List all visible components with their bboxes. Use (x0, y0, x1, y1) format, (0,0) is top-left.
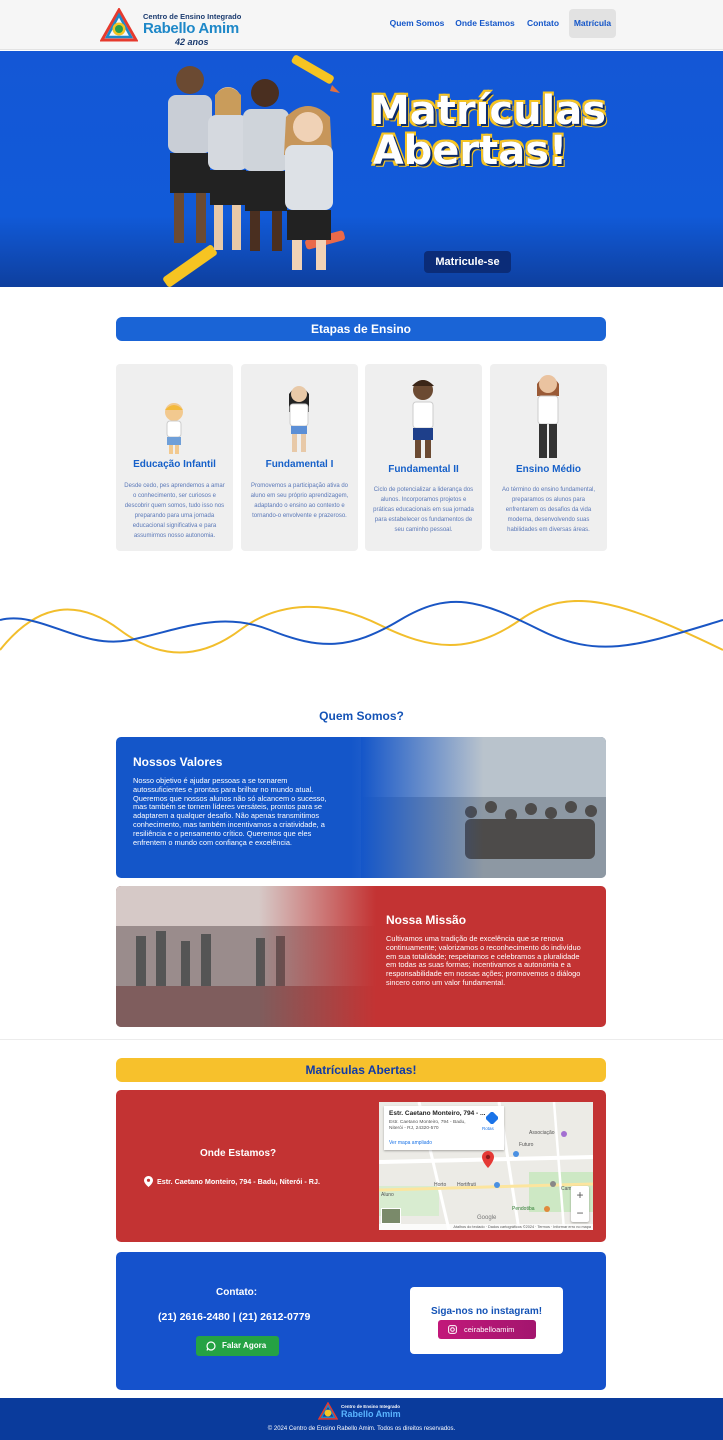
site-footer: Centro de Ensino Integrado Rabello Amim … (0, 1398, 723, 1440)
map-info-card: Estr. Caetano Monteiro, 794 - ... Estr. … (384, 1106, 504, 1150)
instagram-icon (448, 1325, 457, 1334)
teen-illustration-icon (537, 375, 559, 458)
map-zoom-controls: + − (571, 1186, 589, 1222)
decorative-waves (0, 600, 723, 654)
hero-title: Matrículas Abertas! (370, 88, 607, 174)
card-title: Fundamental I (265, 459, 334, 470)
card-text: Ao término do ensino fundamental, prepar… (501, 487, 596, 533)
falar-agora-label: Falar Agora (222, 1341, 267, 1350)
students-activity-photo (116, 886, 376, 1027)
students-group-photo (361, 737, 606, 878)
map-attribution: Atalhos do teclado · Dados cartográficos… (379, 1224, 593, 1230)
nossos-valores-panel: Nossos Valores Nosso objetivo é ajudar p… (116, 737, 606, 878)
footer-copyright: © 2024 Centro de Ensino Rabello Amim. To… (267, 1426, 456, 1432)
card-educacao-infantil[interactable]: Educação Infantil Desde cedo, pes aprend… (116, 364, 233, 551)
matricule-se-button[interactable]: Matricule-se (424, 251, 511, 273)
logo-triangle-icon (100, 8, 138, 42)
girl-illustration-icon (289, 386, 309, 452)
map-card-line1: Estr. Caetano Monteiro, 794 - Badu, (389, 1120, 466, 1125)
nav-contato[interactable]: Contato (524, 9, 562, 38)
google-logo: Google (477, 1215, 497, 1221)
instagram-handle: ceirabelloamim (464, 1325, 515, 1334)
onde-title: Onde Estamos? (200, 1148, 277, 1159)
card-fundamental-1[interactable]: Fundamental I Promovemos a participação … (241, 364, 358, 551)
card-text: Ciclo de potencializar a liderança dos a… (373, 487, 474, 533)
card-text: Desde cedo, pes aprendemos a amar o conh… (124, 483, 225, 539)
instagram-title: Siga-nos no instagram! (430, 1306, 543, 1317)
nossa-missao-panel: Nossa Missão Cultivamos uma tradição de … (116, 886, 606, 1027)
map-label: Aluno (381, 1192, 394, 1198)
satellite-toggle[interactable] (381, 1208, 401, 1224)
quem-somos-title: Quem Somos? (319, 709, 404, 723)
location-pin-icon (144, 1176, 153, 1187)
footer-logo-line2: Rabello Amim (341, 1409, 401, 1419)
instagram-button[interactable]: ceirabelloamim (438, 1320, 536, 1339)
nav-quem-somos[interactable]: Quem Somos (388, 9, 446, 38)
valores-title: Nossos Valores (133, 755, 223, 769)
card-title: Fundamental II (388, 464, 459, 475)
onde-estamos-section: Onde Estamos? Estr. Caetano Monteiro, 79… (116, 1090, 606, 1242)
google-map[interactable]: Estr. Caetano Monteiro, 794 - ... Estr. … (379, 1102, 593, 1230)
students-photo (163, 55, 345, 287)
whatsapp-icon (206, 1341, 216, 1351)
map-card-line2: Niterói - RJ, 24320-570 (389, 1126, 439, 1131)
hero-title-line2: Abertas! (372, 128, 568, 174)
map-card-title: Estr. Caetano Monteiro, 794 - ... (389, 1110, 486, 1117)
section-divider (0, 1039, 723, 1040)
map-label: Pendotiba (512, 1206, 535, 1212)
map-label: Associação (529, 1130, 555, 1136)
etapas-title: Etapas de Ensino (116, 317, 606, 341)
address-text: Estr. Caetano Monteiro, 794 - Badu, Nite… (157, 1177, 320, 1186)
logo-line3: 42 anos (175, 37, 209, 47)
logo-line2: Rabello Amim (143, 20, 239, 37)
footer-logo-triangle-icon (318, 1402, 338, 1420)
missao-title: Nossa Missão (386, 913, 467, 927)
map-enlarge-link[interactable]: Ver mapa ampliado (389, 1140, 432, 1146)
card-title: Educação Infantil (133, 459, 216, 470)
map-label: Futuro (519, 1142, 534, 1148)
site-header: Centro de Ensino Integrado Rabello Amim … (0, 0, 723, 50)
card-ensino-medio[interactable]: Ensino Médio Ao término do ensino fundam… (490, 364, 607, 551)
falar-agora-button[interactable]: Falar Agora (196, 1336, 279, 1356)
contato-phones: (21) 2616-2480 | (21) 2612-0779 (158, 1311, 311, 1323)
card-fundamental-2[interactable]: Fundamental II Ciclo de potencializar a … (365, 364, 482, 551)
card-text: Promovemos a participação ativa do aluno… (250, 483, 349, 519)
nav-matricula[interactable]: Matrícula (569, 9, 616, 38)
directions-label[interactable]: Rotas (482, 1126, 494, 1131)
map-label: Hortifruti (457, 1182, 476, 1188)
hero-banner: Matrículas Abertas! Matricule-se (0, 51, 723, 287)
matriculas-title: Matrículas Abertas! (116, 1058, 606, 1082)
valores-text: Nosso objetivo é ajudar pessoas a se tor… (133, 776, 327, 847)
school-logo[interactable]: Centro de Ensino Integrado Rabello Amim … (100, 6, 260, 47)
hero-title-line1: Matrículas (370, 88, 607, 134)
map-label: Horto (434, 1182, 447, 1188)
zoom-in-icon[interactable]: + (571, 1186, 589, 1204)
contato-title: Contato: (216, 1287, 258, 1298)
zoom-out-icon[interactable]: − (571, 1204, 589, 1222)
directions-icon[interactable] (486, 1112, 498, 1124)
map-marker-icon (482, 1151, 494, 1168)
missao-text: Cultivamos uma tradição de excelência qu… (386, 934, 581, 987)
card-title: Ensino Médio (516, 464, 581, 475)
nav-onde-estamos[interactable]: Onde Estamos (455, 9, 515, 38)
boy-illustration-icon (412, 380, 434, 458)
child-illustration-icon (165, 403, 183, 454)
contato-section: Contato: (21) 2616-2480 | (21) 2612-0779… (116, 1252, 606, 1390)
instagram-card: Siga-nos no instagram! ceirabelloamim (410, 1287, 563, 1354)
